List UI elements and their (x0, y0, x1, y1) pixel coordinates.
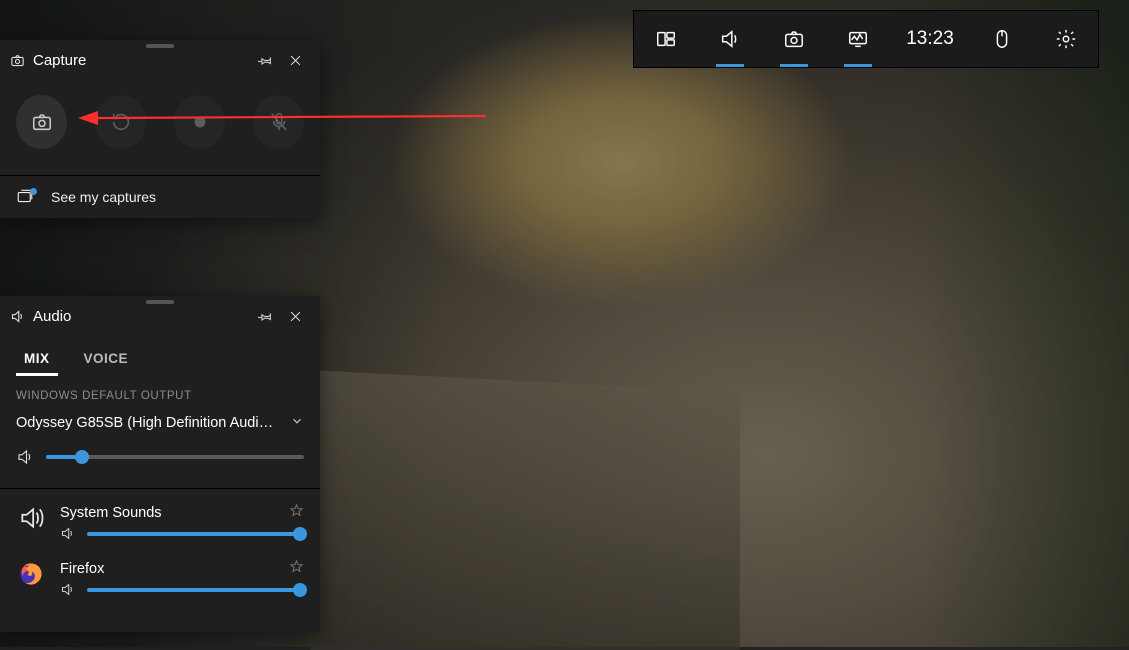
gear-icon (1055, 28, 1077, 50)
capture-panel: Capture See my captures (0, 40, 320, 218)
mouse-button[interactable] (970, 11, 1034, 67)
app-row-firefox: Firefox (0, 545, 320, 601)
master-volume-row (0, 438, 320, 484)
clock: 13:23 (890, 11, 970, 67)
speaker-icon (10, 309, 25, 324)
performance-icon (847, 28, 869, 50)
audio-panel: Audio MIX VOICE WINDOWS DEFAULT OUTPUT O… (0, 296, 320, 632)
slider-fill (87, 532, 304, 536)
see-captures-label: See my captures (51, 189, 156, 205)
pin-button[interactable] (250, 45, 280, 75)
widgets-icon (655, 28, 677, 50)
speaker-icon (719, 28, 741, 50)
slider-fill (87, 588, 304, 592)
close-icon (288, 309, 303, 324)
capture-body (0, 81, 320, 175)
output-device-selector[interactable]: Odyssey G85SB (High Definition Audio D… (0, 410, 320, 438)
firefox-icon (16, 559, 46, 589)
favorite-button[interactable] (289, 503, 304, 522)
pin-icon (258, 53, 273, 68)
gamebar-topbar: 13:23 (633, 10, 1099, 68)
new-indicator-dot (30, 188, 37, 195)
panel-grip[interactable] (146, 300, 174, 304)
camera-icon (783, 28, 805, 50)
chevron-down-icon (290, 414, 304, 432)
audio-tabs: MIX VOICE (0, 337, 320, 376)
slider-thumb[interactable] (293, 583, 307, 597)
app-volume-slider[interactable] (87, 532, 304, 536)
pin-button[interactable] (250, 301, 280, 331)
close-button[interactable] (280, 45, 310, 75)
camera-icon (31, 111, 53, 133)
record-button[interactable] (174, 95, 225, 149)
screenshot-button[interactable] (16, 95, 67, 149)
output-device-name: Odyssey G85SB (High Definition Audio D… (16, 415, 276, 431)
app-row-system-sounds: System Sounds (0, 489, 320, 545)
history-icon (110, 111, 132, 133)
master-volume-slider[interactable] (46, 455, 304, 459)
mouse-icon (991, 28, 1013, 50)
speaker-icon (60, 526, 75, 541)
default-output-label: WINDOWS DEFAULT OUTPUT (0, 376, 320, 410)
favorite-button[interactable] (289, 559, 304, 578)
pin-icon (258, 309, 273, 324)
capture-title: Capture (33, 52, 86, 69)
close-icon (288, 53, 303, 68)
mic-toggle-button[interactable] (253, 95, 304, 149)
performance-button[interactable] (826, 11, 890, 67)
app-volume-slider[interactable] (87, 588, 304, 592)
slider-thumb[interactable] (75, 450, 89, 464)
settings-button[interactable] (1034, 11, 1098, 67)
widgets-button[interactable] (634, 11, 698, 67)
record-icon (189, 111, 211, 133)
audio-button[interactable] (698, 11, 762, 67)
see-captures-button[interactable]: See my captures (0, 175, 320, 218)
app-name: System Sounds (60, 505, 162, 521)
speaker-icon (16, 448, 34, 466)
app-volume-row (60, 522, 304, 541)
app-name: Firefox (60, 561, 104, 577)
tab-mix[interactable]: MIX (22, 345, 52, 376)
camera-icon (10, 53, 25, 68)
audio-title: Audio (33, 308, 71, 325)
record-last-button[interactable] (95, 95, 146, 149)
panel-grip[interactable] (146, 44, 174, 48)
app-volume-row (60, 578, 304, 597)
mic-off-icon (268, 111, 290, 133)
system-sounds-icon (16, 503, 46, 533)
capture-button[interactable] (762, 11, 826, 67)
slider-thumb[interactable] (293, 527, 307, 541)
speaker-icon (60, 582, 75, 597)
close-button[interactable] (280, 301, 310, 331)
tab-voice[interactable]: VOICE (82, 345, 131, 376)
